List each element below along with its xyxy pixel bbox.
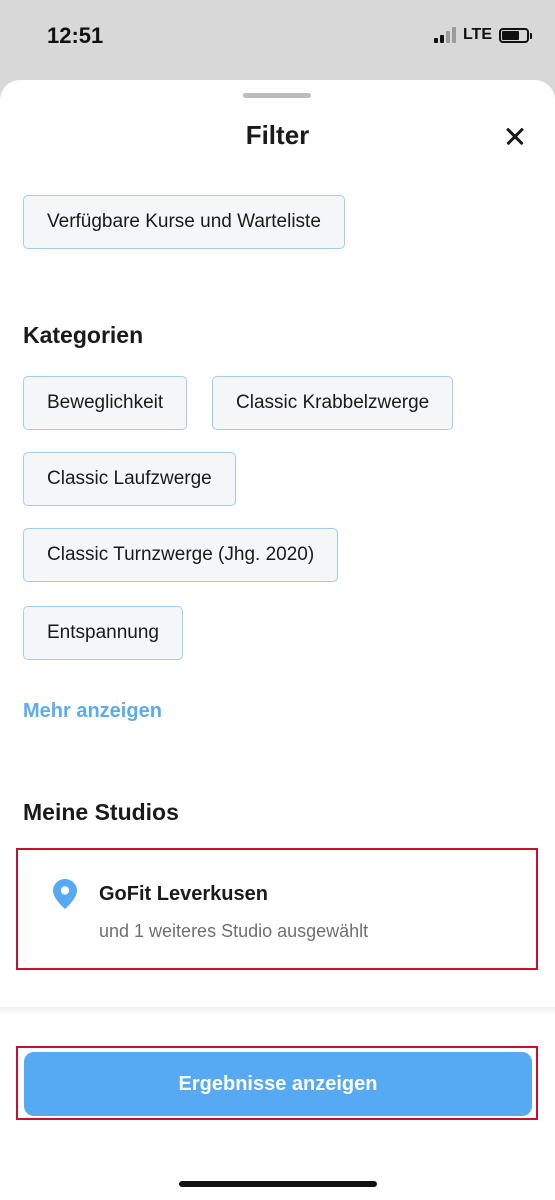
availability-chip[interactable]: Verfügbare Kurse und Warteliste [23, 195, 345, 249]
status-bar: 12:51 LTE [0, 0, 555, 80]
signal-icon [433, 27, 456, 43]
close-icon[interactable] [500, 122, 530, 152]
studio-subtitle: und 1 weiteres Studio ausgewählt [99, 921, 369, 941]
battery-icon [499, 27, 532, 43]
home-indicator[interactable] [179, 1181, 377, 1187]
footer-divider [0, 1007, 555, 1015]
studios-title: Meine Studios [23, 799, 179, 825]
sheet-title: Filter [245, 120, 310, 150]
category-chip-classic-laufzwerge[interactable]: Classic Laufzwerge [23, 452, 236, 506]
results-button-frame: Ergebnisse anzeigen [16, 1046, 538, 1120]
sheet-grabber[interactable] [243, 93, 311, 98]
studio-name: GoFit Leverkusen [99, 883, 268, 905]
status-time: 12:51 [47, 23, 104, 48]
category-chip-classic-turnzwerge[interactable]: Classic Turnzwerge (Jhg. 2020) [23, 528, 339, 582]
show-more-link[interactable]: Mehr anzeigen [23, 700, 162, 723]
status-icons: LTE [433, 26, 532, 44]
show-results-button[interactable]: Ergebnisse anzeigen [24, 1052, 532, 1116]
category-chip-classic-krabbelzwerge[interactable]: Classic Krabbelzwerge [212, 376, 454, 430]
network-label: LTE [462, 26, 492, 43]
categories-title: Kategorien [23, 322, 144, 348]
category-chip-beweglichkeit[interactable]: Beweglichkeit [23, 376, 188, 430]
studio-selection-card[interactable]: GoFit Leverkusen und 1 weiteres Studio a… [16, 848, 538, 970]
filter-sheet: Filter Verfügbare Kurse und Warteliste K… [0, 80, 555, 1200]
category-chip-entspannung[interactable]: Entspannung [23, 606, 183, 660]
location-pin-icon [53, 879, 77, 909]
